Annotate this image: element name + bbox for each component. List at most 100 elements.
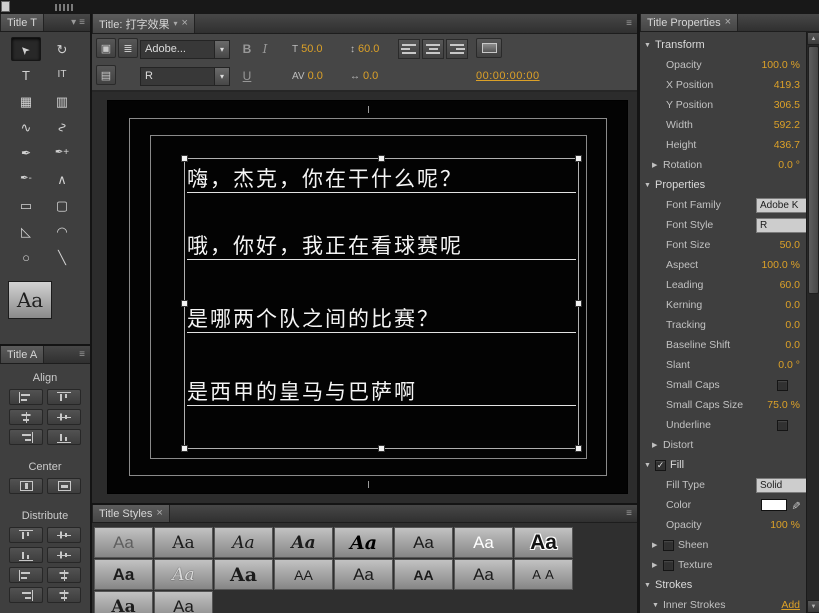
distribute-right-button[interactable] bbox=[9, 587, 43, 603]
text-line[interactable]: 嗨，杰克，你在干什么呢？ bbox=[187, 159, 576, 193]
selection-tool[interactable]: ➤ bbox=[11, 37, 41, 61]
tab-title-properties[interactable]: Title Properties × bbox=[640, 14, 738, 31]
roll-crawl-options-button[interactable]: ≣ bbox=[118, 38, 138, 58]
distribute-top-button[interactable] bbox=[9, 527, 43, 543]
title-style-swatch[interactable]: Aa bbox=[214, 527, 273, 558]
text-line[interactable]: 哦，你好，我正在看球赛呢 bbox=[187, 226, 576, 260]
text-line[interactable]: 是哪两个队之间的比赛？ bbox=[187, 299, 576, 333]
background-video-timecode[interactable]: 00:00:00:00 bbox=[476, 70, 540, 82]
slant-value[interactable]: 0.0 ° bbox=[778, 359, 800, 371]
opacity-value[interactable]: 100.0 % bbox=[761, 59, 800, 71]
align-vertical-center-button[interactable] bbox=[47, 409, 81, 425]
section-strokes[interactable]: ▼ Strokes bbox=[640, 575, 806, 595]
tracking-value[interactable]: 0.0 bbox=[363, 70, 378, 82]
templates-button[interactable]: ▤ bbox=[96, 65, 116, 85]
title-style-swatch[interactable]: Aa bbox=[154, 591, 213, 613]
aspect-value[interactable]: 100.0 % bbox=[761, 259, 800, 271]
distribute-vertical-center-button[interactable] bbox=[47, 527, 81, 543]
y-position-value[interactable]: 306.5 bbox=[774, 99, 800, 111]
center-horizontal-button[interactable] bbox=[9, 478, 43, 494]
scroll-down-button[interactable]: ▼ bbox=[807, 600, 819, 613]
height-value[interactable]: 436.7 bbox=[774, 139, 800, 151]
panel-menu-button[interactable]: ▾ ≡ bbox=[66, 14, 90, 31]
tab-title-styles[interactable]: Title Styles × bbox=[92, 505, 170, 522]
small-caps-size-value[interactable]: 75.0 % bbox=[767, 399, 800, 411]
font-size-value[interactable]: 50.0 bbox=[780, 239, 800, 251]
distribute-horizontal-even-button[interactable] bbox=[47, 587, 81, 603]
italic-button[interactable]: I bbox=[256, 40, 274, 59]
scroll-up-button[interactable]: ▲ bbox=[807, 32, 819, 45]
close-icon[interactable]: × bbox=[156, 508, 162, 519]
rounded-rectangle-tool[interactable]: ▢ bbox=[47, 193, 77, 217]
wedge-tool[interactable]: ◺ bbox=[11, 219, 41, 243]
tab-title-document[interactable]: Title: 打字效果 ▾ × bbox=[92, 14, 195, 33]
line-tool[interactable]: ╲ bbox=[47, 245, 77, 269]
title-style-swatch[interactable]: Aa bbox=[94, 591, 153, 613]
title-style-swatch[interactable]: Aa bbox=[514, 527, 573, 558]
align-text-center-button[interactable] bbox=[422, 39, 444, 59]
distribute-left-button[interactable] bbox=[9, 567, 43, 583]
title-style-swatch[interactable]: Aa bbox=[274, 527, 333, 558]
fill-checkbox[interactable]: ✓ bbox=[655, 460, 666, 471]
small-caps-checkbox[interactable] bbox=[777, 380, 788, 391]
type-tool[interactable]: T bbox=[11, 63, 41, 87]
properties-scrollbar[interactable]: ▲ ▼ bbox=[806, 32, 819, 613]
font-style-dropdown[interactable]: R bbox=[756, 218, 806, 233]
x-position-value[interactable]: 419.3 bbox=[774, 79, 800, 91]
align-vertical-top-button[interactable] bbox=[47, 389, 81, 405]
width-value[interactable]: 592.2 bbox=[774, 119, 800, 131]
add-anchor-point-tool[interactable]: ✒+ bbox=[47, 141, 77, 165]
leading-value[interactable]: 60.0 bbox=[780, 279, 800, 291]
section-properties[interactable]: ▼ Properties bbox=[640, 175, 806, 195]
vertical-area-type-tool[interactable]: ▥ bbox=[47, 89, 77, 113]
kerning-value[interactable]: 0.0 bbox=[308, 70, 323, 82]
title-style-swatch[interactable]: Aa bbox=[154, 559, 213, 590]
align-horizontal-right-button[interactable] bbox=[9, 429, 43, 445]
title-style-swatch[interactable]: Aa bbox=[334, 559, 393, 590]
title-style-swatch[interactable]: Aa bbox=[454, 527, 513, 558]
panel-menu-button[interactable]: ≡ bbox=[621, 14, 637, 33]
title-style-swatch[interactable]: Aa bbox=[94, 559, 153, 590]
align-text-left-button[interactable] bbox=[398, 39, 420, 59]
title-style-swatch[interactable]: Aa bbox=[214, 559, 273, 590]
font-size-value[interactable]: 50.0 bbox=[301, 43, 322, 55]
center-vertical-button[interactable] bbox=[47, 478, 81, 494]
ellipse-tool[interactable]: ○ bbox=[11, 245, 41, 269]
title-style-swatch[interactable]: AA bbox=[394, 559, 453, 590]
align-horizontal-left-button[interactable] bbox=[9, 389, 43, 405]
title-style-swatch[interactable]: Aa bbox=[394, 527, 453, 558]
align-text-right-button[interactable] bbox=[446, 39, 468, 59]
title-style-swatch[interactable]: A A bbox=[514, 559, 573, 590]
title-style-swatch[interactable]: Aa bbox=[94, 527, 153, 558]
underline-checkbox[interactable] bbox=[777, 420, 788, 431]
sheen-checkbox[interactable] bbox=[663, 540, 674, 551]
tab-title-tools[interactable]: Title T bbox=[0, 14, 44, 31]
kerning-value[interactable]: 0.0 bbox=[785, 299, 800, 311]
prop-row-texture[interactable]: ▶ Texture bbox=[640, 555, 806, 575]
close-icon[interactable]: × bbox=[182, 18, 188, 29]
panel-menu-button[interactable]: ≡ bbox=[74, 346, 90, 363]
underline-button[interactable]: U bbox=[238, 67, 256, 86]
scrollbar-thumb[interactable] bbox=[808, 46, 819, 294]
prop-row-distort[interactable]: ▶ Distort bbox=[640, 435, 806, 455]
rectangle-tool[interactable]: ▭ bbox=[11, 193, 41, 217]
selection-handle[interactable] bbox=[575, 300, 582, 307]
arc-tool[interactable]: ◠ bbox=[47, 219, 77, 243]
align-horizontal-center-button[interactable] bbox=[9, 409, 43, 425]
font-family-select[interactable]: Adobe... ▾ bbox=[140, 40, 230, 59]
tab-title-actions[interactable]: Title A bbox=[0, 346, 44, 363]
selection-handle[interactable] bbox=[378, 445, 385, 452]
leading-value[interactable]: 60.0 bbox=[358, 43, 379, 55]
font-family-dropdown[interactable]: Adobe K bbox=[756, 198, 806, 213]
vertical-path-type-tool[interactable]: ∿ bbox=[47, 115, 77, 139]
show-background-video-button[interactable] bbox=[476, 38, 502, 58]
distribute-vertical-even-button[interactable] bbox=[47, 547, 81, 563]
panel-menu-button[interactable]: ≡ bbox=[621, 505, 637, 522]
font-browser-preview[interactable]: Aa bbox=[8, 281, 52, 319]
pen-tool[interactable]: ✒ bbox=[11, 141, 41, 165]
selection-handle[interactable] bbox=[181, 445, 188, 452]
bold-button[interactable]: B bbox=[238, 40, 256, 59]
prop-row-sheen[interactable]: ▶ Sheen bbox=[640, 535, 806, 555]
title-style-swatch[interactable]: Aa bbox=[334, 527, 393, 558]
selection-handle[interactable] bbox=[575, 155, 582, 162]
